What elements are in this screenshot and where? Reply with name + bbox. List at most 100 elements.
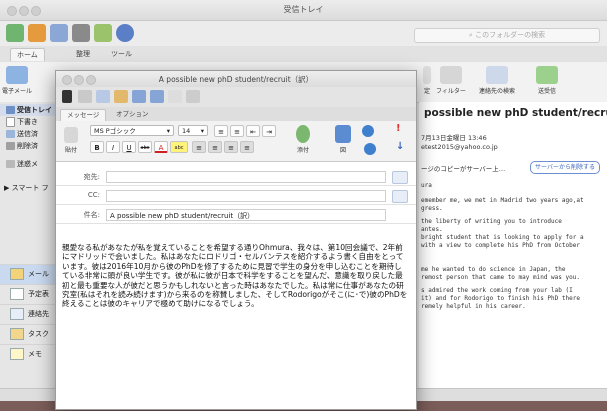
undo-icon[interactable] (50, 24, 68, 42)
cut-icon[interactable] (78, 90, 92, 103)
message-body-line: remely helpful in his career. (421, 303, 526, 310)
align-left-button[interactable]: ≡ (192, 141, 206, 153)
folder-sent[interactable]: 送信済 (0, 128, 58, 140)
help-icon[interactable] (116, 24, 134, 42)
tab-home[interactable]: ホーム (10, 48, 45, 61)
message-body-line: s admired the work coming from your lab … (421, 287, 573, 294)
folder-inbox[interactable]: 受信トレイ (0, 104, 58, 116)
to-row: 宛先: (56, 168, 416, 186)
remove-from-server-button[interactable]: サーバーから削除する (530, 161, 600, 174)
undo-icon[interactable] (132, 90, 146, 103)
font-color-button[interactable]: A (154, 141, 168, 153)
chevron-down-icon: ▾ (166, 127, 170, 135)
address-book-icon[interactable] (392, 190, 408, 203)
align-center-button[interactable]: ≡ (208, 141, 222, 153)
drafts-icon (6, 117, 15, 127)
italic-button[interactable]: I (106, 141, 120, 153)
indent-button[interactable]: ⇥ (262, 125, 276, 137)
junk-icon (6, 160, 15, 168)
sent-icon (6, 130, 15, 138)
filter-button[interactable]: フィルター (436, 66, 466, 95)
table-icon[interactable] (186, 90, 200, 103)
folder-junk[interactable]: 迷惑メ (0, 158, 58, 170)
folder-deleted[interactable]: 削除済 (0, 140, 58, 152)
nav-mail[interactable]: メール (0, 264, 58, 284)
nav-calendar[interactable]: 予定表 (0, 284, 58, 304)
format-icon[interactable] (168, 90, 182, 103)
cc-field[interactable] (106, 190, 386, 202)
cc-row: CC: (56, 187, 416, 205)
message-body-line: with a view to complete his PhD from Oct… (421, 242, 580, 249)
ribbon-partial-button[interactable]: 定 (422, 66, 432, 95)
justify-button[interactable]: ≡ (240, 141, 254, 153)
strikethrough-button[interactable]: abc (138, 141, 152, 153)
contact-search-button[interactable]: 連絡先の検索 (476, 66, 518, 95)
tab-tools[interactable]: ツール (105, 48, 138, 60)
compose-quick-toolbar (56, 87, 416, 107)
message-body-line: bright student that is looking to apply … (421, 234, 584, 241)
align-right-button[interactable]: ≡ (224, 141, 238, 153)
tab-organize[interactable]: 整理 (70, 48, 96, 60)
numbering-button[interactable]: ≡ (230, 125, 244, 137)
picture-button[interactable]: 図 (332, 125, 354, 154)
tab-options[interactable]: オプション (110, 109, 155, 120)
globe-icon[interactable] (364, 143, 376, 155)
folder-drafts[interactable]: 下書き (0, 116, 58, 128)
high-importance-icon[interactable]: ! (396, 123, 401, 134)
subject-field[interactable]: A possible new phD student/recruit（訳） (106, 209, 386, 221)
folder-sidebar: 受信トレイ 下書き 送信済 削除済 迷惑メ ▶ スマート フ メール 予定表 連… (0, 102, 59, 400)
outdent-button[interactable]: ⇤ (246, 125, 260, 137)
message-body-line: remost person that came to may mind was … (421, 274, 580, 281)
message-subject: possible new phD student/recruit (424, 107, 607, 119)
cc-label: CC: (87, 191, 100, 199)
low-importance-icon[interactable]: ↓ (396, 141, 404, 152)
clipboard-icon (64, 127, 78, 143)
nav-contacts[interactable]: 連絡先 (0, 304, 58, 324)
nav-tasks[interactable]: タスク (0, 324, 58, 344)
signature-icon[interactable] (362, 125, 374, 137)
compose-body[interactable]: 親愛なる私があなたが私を覚えていることを希望する通りOhmura、我々は、第10… (62, 243, 408, 309)
mail-icon (10, 268, 24, 280)
address-book-icon[interactable] (392, 171, 408, 184)
folder-icon[interactable] (28, 24, 46, 42)
paste-button[interactable]: 貼付 (60, 127, 82, 154)
highlight-button[interactable]: abc (170, 141, 188, 153)
contact-card-icon (486, 66, 508, 84)
paste-icon[interactable] (114, 90, 128, 103)
bold-button[interactable]: B (90, 141, 104, 153)
window-title: 受信トレイ (283, 5, 324, 14)
message-body-line: antes. (421, 226, 443, 233)
compose-title: A possible new phD student/recruit（訳） (158, 75, 314, 84)
calendar-icon (10, 288, 24, 300)
trash-icon (6, 142, 15, 150)
send-receive-icon (536, 66, 558, 84)
compose-ribbon-tabs: メッセージ オプション (56, 107, 416, 122)
nav-notes[interactable]: メモ (0, 344, 58, 364)
to-label: 宛先: (83, 173, 100, 181)
note-icon[interactable] (94, 24, 112, 42)
copy-icon[interactable] (96, 90, 110, 103)
smart-folders[interactable]: ▶ スマート フ (0, 182, 58, 194)
contacts-icon (10, 308, 24, 320)
search-input[interactable]: ⌕ このフォルダーの検索 (414, 28, 600, 43)
tab-message[interactable]: メッセージ (60, 109, 107, 121)
new-email-button[interactable]: 電子メール (2, 66, 32, 95)
home-icon[interactable] (6, 24, 24, 42)
to-field[interactable] (106, 171, 386, 183)
message-from[interactable]: etest2015@yahoo.co.jp (421, 143, 498, 151)
underline-button[interactable]: U (122, 141, 136, 153)
save-icon[interactable] (62, 90, 72, 103)
compose-window: A possible new phD student/recruit（訳） メッ… (55, 70, 417, 410)
attach-button[interactable]: 添付 (292, 125, 314, 154)
bullets-button[interactable]: ≡ (214, 125, 228, 137)
compose-titlebar: A possible new phD student/recruit（訳） (56, 71, 416, 87)
redo-icon[interactable] (150, 90, 164, 103)
send-receive-button[interactable]: 送受信 (530, 66, 564, 95)
print-icon[interactable] (72, 24, 90, 42)
disclosure-icon: ▶ (4, 184, 12, 192)
font-size-select[interactable]: 14 ▾ (178, 125, 208, 136)
font-name-select[interactable]: MS Pゴシック ▾ (90, 125, 174, 136)
new-email-icon (6, 66, 28, 84)
picture-icon (335, 125, 351, 143)
inbox-icon (6, 106, 15, 114)
